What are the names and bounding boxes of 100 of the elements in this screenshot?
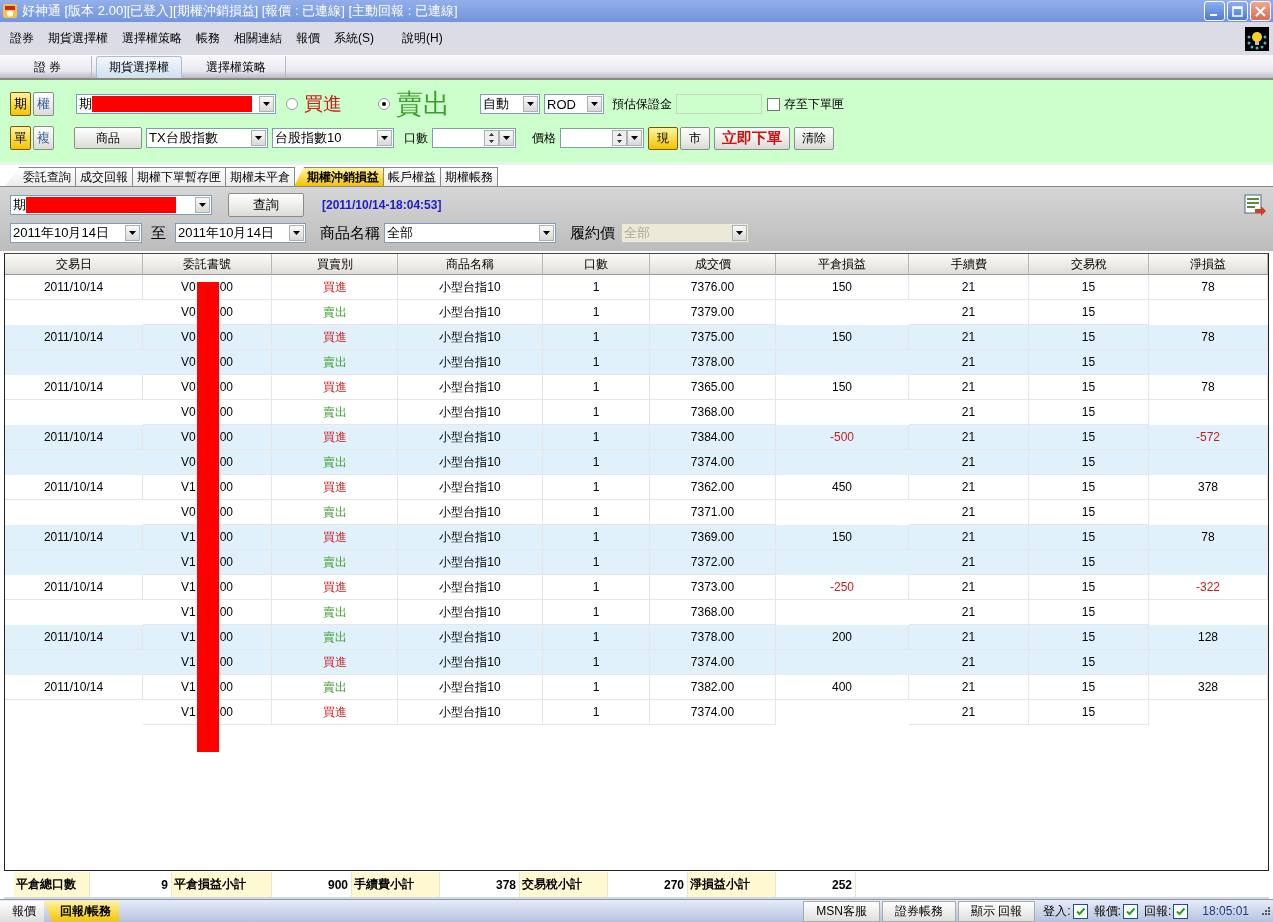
column-header[interactable]: 口數	[543, 254, 650, 275]
table-cell: 15	[1029, 575, 1149, 600]
menu-item[interactable]: 報價	[296, 30, 320, 47]
checkbox[interactable]	[1122, 903, 1138, 919]
order-number-text: V0	[180, 505, 196, 519]
column-header[interactable]: 平倉損益	[776, 254, 909, 275]
table-cell: 21	[909, 375, 1029, 400]
light-bulb-icon[interactable]	[1245, 26, 1269, 51]
table-cell: 450	[776, 475, 909, 500]
menu-item[interactable]: 期貨選擇權	[48, 30, 108, 47]
column-header[interactable]: 淨損益	[1149, 254, 1268, 275]
toggle-button[interactable]: 期	[10, 92, 31, 116]
order-number-text: 00	[219, 705, 233, 719]
account-dropdown[interactable]: 期	[76, 94, 276, 114]
tab[interactable]: 報價	[0, 900, 44, 922]
menu-item[interactable]: 帳務	[196, 30, 220, 47]
tab[interactable]: 期權帳務	[440, 167, 498, 186]
menu-item[interactable]: 證券	[10, 30, 34, 47]
clear-button[interactable]: 清除	[794, 126, 834, 150]
order-number-text: V1	[180, 680, 196, 694]
timestamp: [2011/10/14-18:04:53]	[322, 198, 442, 212]
column-header[interactable]: 成交價	[650, 254, 776, 275]
order-number-text: V0	[180, 355, 196, 369]
menu-item[interactable]: 說明(H)	[402, 30, 443, 47]
table-cell: 21	[909, 575, 1029, 600]
checkbox[interactable]	[767, 97, 780, 111]
table-cell: 小型台指10	[398, 650, 543, 675]
tab[interactable]: 委託查詢	[5, 167, 76, 186]
column-header[interactable]: 手續費	[909, 254, 1029, 275]
contract-dropdown[interactable]: 台股指數10	[272, 128, 394, 148]
table-cell: 小型台指10	[398, 575, 543, 600]
close-button[interactable]	[1250, 1, 1271, 21]
date-from-dropdown[interactable]: 2011年10月14日	[10, 223, 142, 243]
resize-grip-icon[interactable]	[1261, 906, 1271, 916]
quantity-label: 口數	[404, 129, 428, 147]
order-number-text: V0	[180, 330, 196, 344]
price-type-button[interactable]: 市	[680, 126, 710, 150]
price-field[interactable]	[560, 128, 644, 148]
price-type-button[interactable]: 現	[648, 126, 678, 150]
table-cell: 賣出	[272, 450, 398, 475]
tab[interactable]: 成交回報	[75, 167, 133, 186]
status-button[interactable]: MSN客服	[803, 900, 880, 922]
tab[interactable]: 帳戶權益	[383, 167, 441, 186]
checkbox[interactable]	[1173, 903, 1189, 919]
minimize-button[interactable]	[1204, 1, 1225, 21]
menu-item[interactable]: 系統(S)	[334, 30, 374, 47]
table-cell: 買進	[272, 700, 398, 725]
toggle-button[interactable]: 複	[33, 126, 54, 150]
product-dropdown[interactable]: TX台股指數	[146, 128, 268, 148]
column-header[interactable]: 委託書號	[143, 254, 272, 275]
query-button[interactable]: 查詢	[228, 193, 304, 217]
toggle-button[interactable]: 單	[10, 126, 31, 150]
checkbox[interactable]	[1072, 903, 1088, 919]
toggle-button[interactable]: 權	[33, 92, 54, 116]
table-cell: 15	[1029, 350, 1149, 375]
menu-item[interactable]: 相關連結	[234, 30, 282, 47]
order-type-dropdown[interactable]: ROD	[544, 94, 604, 114]
account-dropdown[interactable]: 期	[10, 195, 212, 215]
table-cell: 小型台指10	[398, 675, 543, 700]
product-name-label: 商品名稱	[320, 223, 380, 243]
order-number-text: V0	[180, 455, 196, 469]
maximize-button[interactable]	[1227, 1, 1248, 21]
table-cell: 2011/10/14	[5, 375, 143, 400]
column-header[interactable]: 交易日	[5, 254, 143, 275]
submit-order-button[interactable]: 立即下單	[714, 126, 790, 150]
table-cell: 小型台指10	[398, 475, 543, 500]
date-to-dropdown[interactable]: 2011年10月14日	[175, 223, 306, 243]
status-label: 登入:	[1043, 902, 1071, 920]
tab[interactable]: 選擇權策略	[186, 56, 286, 78]
table-cell: 小型台指10	[398, 700, 543, 725]
column-header[interactable]: 商品名稱	[398, 254, 543, 275]
tab[interactable]: 期權下單暫存匣	[132, 167, 226, 186]
tab[interactable]: 期權未平倉	[225, 167, 295, 186]
column-header[interactable]: 買賣別	[272, 254, 398, 275]
table-cell: 小型台指10	[398, 450, 543, 475]
order-number-text: 00	[219, 530, 233, 544]
order-number-text: 00	[219, 280, 233, 294]
caret-icon	[125, 225, 140, 241]
caret-icon	[539, 225, 554, 241]
tab[interactable]: 期貨選擇權	[96, 56, 182, 78]
condition-dropdown[interactable]: 自動	[480, 94, 540, 114]
export-icon[interactable]	[1243, 193, 1267, 217]
tab[interactable]: 回報/帳務	[44, 900, 120, 922]
status-button[interactable]: 顯示 回報	[957, 900, 1036, 922]
product-button[interactable]: 商品	[74, 127, 142, 149]
table-cell: 78	[1149, 375, 1268, 400]
minimize-icon	[1209, 14, 1217, 16]
side-radio[interactable]: 買進	[286, 91, 342, 117]
table-cell: 買進	[272, 375, 398, 400]
product-dropdown[interactable]: 全部	[384, 223, 556, 243]
tab[interactable]: 證 券	[4, 56, 92, 78]
menu-item[interactable]: 選擇權策略	[122, 30, 182, 47]
tab[interactable]: 期權沖銷損益	[294, 167, 384, 186]
status-button[interactable]: 證券帳務	[881, 900, 956, 922]
quantity-field[interactable]	[432, 128, 516, 148]
column-header[interactable]: 交易稅	[1029, 254, 1149, 275]
caret-icon	[523, 96, 538, 112]
order-number-text: 00	[219, 430, 233, 444]
order-number-text: 00	[219, 455, 233, 469]
status-label: 報價:	[1093, 902, 1121, 920]
